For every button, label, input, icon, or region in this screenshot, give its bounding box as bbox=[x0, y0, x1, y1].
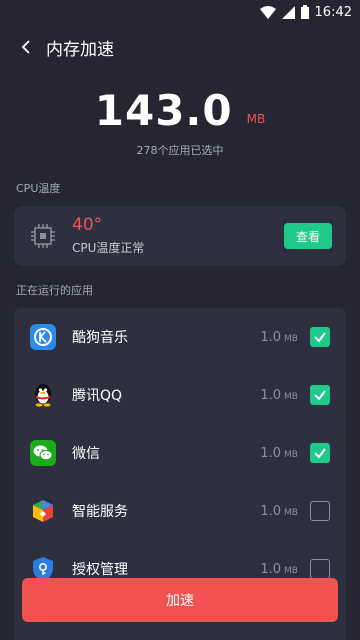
app-size: 1.0 MB bbox=[260, 503, 298, 519]
app-size: 1.0 MB bbox=[260, 387, 298, 403]
app-name: 腾讯QQ bbox=[72, 388, 123, 404]
app-size: 1.0 MB bbox=[260, 561, 298, 577]
header: 内存加速 bbox=[0, 24, 360, 70]
app-name: 微信 bbox=[72, 446, 100, 462]
app-row-qq[interactable]: 腾讯QQ 1.0 MB bbox=[14, 366, 346, 424]
kugou-music-icon bbox=[30, 324, 56, 350]
view-cpu-button[interactable]: 查看 bbox=[284, 223, 332, 249]
cpu-status-text: CPU温度正常 bbox=[72, 240, 145, 255]
app-size: 1.0 MB bbox=[260, 329, 298, 345]
app-name: 授权管理 bbox=[72, 562, 128, 578]
signal-icon bbox=[281, 5, 295, 19]
cpu-temperature: 40° bbox=[72, 215, 103, 236]
app-checkbox[interactable] bbox=[310, 385, 330, 405]
memory-size: 143.0 MB bbox=[0, 76, 360, 132]
check-icon bbox=[314, 448, 326, 459]
page-title: 内存加速 bbox=[46, 39, 114, 60]
battery-icon bbox=[300, 5, 309, 19]
wechat-icon bbox=[30, 440, 56, 466]
app-row-kugou[interactable]: 酷狗音乐 1.0 MB bbox=[14, 308, 346, 366]
cpu-temperature-card: 40° CPU温度正常 查看 bbox=[14, 206, 346, 266]
status-time: 16:42 bbox=[314, 4, 352, 20]
app-row-smart-service[interactable]: 智能服务 1.0 MB bbox=[14, 482, 346, 540]
memory-size-unit: MB bbox=[246, 112, 266, 126]
back-arrow-icon bbox=[21, 40, 30, 54]
qq-penguin-icon bbox=[30, 382, 56, 408]
app-row-wechat[interactable]: 微信 1.0 MB bbox=[14, 424, 346, 482]
app-checkbox[interactable] bbox=[310, 501, 330, 521]
status-bar: 16:42 bbox=[0, 0, 360, 24]
boost-button[interactable]: 加速 bbox=[22, 578, 338, 622]
app-name: 智能服务 bbox=[72, 504, 128, 520]
cpu-chip-icon bbox=[31, 224, 55, 248]
app-checkbox[interactable] bbox=[310, 443, 330, 463]
app-name: 酷狗音乐 bbox=[72, 330, 128, 346]
running-apps-label: 正在运行的应用 bbox=[16, 284, 93, 297]
cpu-section-label: CPU温度 bbox=[16, 182, 61, 195]
wifi-icon bbox=[259, 5, 276, 19]
memory-size-value: 143.0 bbox=[94, 86, 233, 135]
smart-service-icon bbox=[30, 498, 56, 524]
selected-apps-count: 278个应用已选中 bbox=[136, 144, 224, 157]
check-icon bbox=[314, 332, 326, 343]
check-icon bbox=[314, 390, 326, 401]
app-checkbox[interactable] bbox=[310, 327, 330, 347]
app-checkbox[interactable] bbox=[310, 559, 330, 579]
back-button[interactable] bbox=[14, 35, 38, 59]
app-size: 1.0 MB bbox=[260, 445, 298, 461]
